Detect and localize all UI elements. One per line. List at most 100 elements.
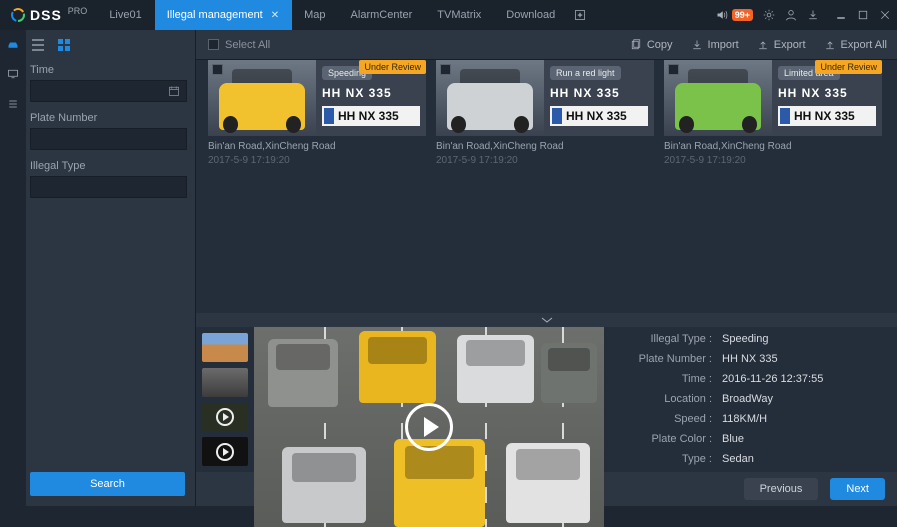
result-card[interactable]: Under Review Speeding HH NX 335 HH NX 33… <box>208 60 426 168</box>
play-icon <box>202 403 248 432</box>
speaker-icon <box>716 9 728 21</box>
search-sidebar: Time Plate Number Illegal Type Search <box>0 30 196 506</box>
monitor-module-icon[interactable] <box>7 68 19 80</box>
select-all-label: Select All <box>225 39 270 51</box>
previous-label: Previous <box>760 483 803 495</box>
v-plate-color: Blue <box>722 433 744 445</box>
panel-splitter[interactable] <box>196 313 897 327</box>
plate-label: Plate Number <box>30 112 187 124</box>
result-card[interactable]: Under Review Limited area HH NX 335 HH N… <box>664 60 882 168</box>
list-view-icon[interactable] <box>30 37 46 53</box>
brand-name: DSS <box>30 7 62 23</box>
k-speed: Speed : <box>622 413 712 425</box>
maximize-icon[interactable] <box>857 9 869 21</box>
tab-alarmcenter[interactable]: AlarmCenter <box>339 0 426 30</box>
plate-box-text: HH NX 335 <box>794 109 855 123</box>
tab-live[interactable]: Live01 <box>97 0 154 30</box>
plus-icon <box>574 9 586 21</box>
export-all-icon <box>824 39 836 51</box>
next-button[interactable]: Next <box>830 478 885 500</box>
add-tab-button[interactable] <box>568 0 592 30</box>
play-button[interactable] <box>405 403 453 451</box>
card-time: 2017-5-9 17:19:20 <box>208 154 426 168</box>
window-close-icon[interactable] <box>879 9 891 21</box>
tab-label: Download <box>506 9 555 21</box>
titlebar-right: 99+ <box>716 9 891 21</box>
v-plate: HH NX 335 <box>722 353 778 365</box>
card-time: 2017-5-9 17:19:20 <box>436 154 654 168</box>
copy-label: Copy <box>647 39 673 51</box>
detail-thumb[interactable] <box>202 368 248 397</box>
notifications[interactable]: 99+ <box>716 9 753 21</box>
tab-map[interactable]: Map <box>292 0 338 30</box>
review-flag: Under Review <box>359 60 426 74</box>
import-label: Import <box>708 39 739 51</box>
result-card[interactable]: Run a red light HH NX 335 HH NX 335 Bin'… <box>436 60 654 168</box>
detail-thumb[interactable] <box>202 437 248 466</box>
plate-text: HH NX 335 <box>778 86 876 100</box>
plate-text: HH NX 335 <box>550 86 648 100</box>
grid-view-icon[interactable] <box>56 37 72 53</box>
export-button[interactable]: Export <box>757 39 806 51</box>
tab-tvmatrix[interactable]: TVMatrix <box>425 0 494 30</box>
gear-icon[interactable] <box>763 9 775 21</box>
tab-strip: Live01 Illegal management✕ Map AlarmCent… <box>97 0 592 30</box>
copy-button[interactable]: Copy <box>630 39 673 51</box>
checkbox-icon[interactable] <box>208 39 219 50</box>
plate-box-text: HH NX 335 <box>338 109 399 123</box>
illegal-type-input[interactable] <box>30 176 187 198</box>
plate-box: HH NX 335 <box>778 106 876 126</box>
tab-label: Map <box>304 9 325 21</box>
titlebar: DSS PRO Live01 Illegal management✕ Map A… <box>0 0 897 30</box>
card-thumb <box>208 60 316 136</box>
review-flag: Under Review <box>815 60 882 74</box>
plate-text: HH NX 335 <box>322 86 420 100</box>
import-icon <box>691 39 703 51</box>
copy-icon <box>630 39 642 51</box>
detail-panel: Illegal Type :Speeding Plate Number :HH … <box>196 327 897 472</box>
notification-badge: 99+ <box>732 9 753 21</box>
detail-thumb[interactable] <box>202 333 248 362</box>
export-label: Export <box>774 39 806 51</box>
search-button-label: Search <box>90 478 125 490</box>
k-time: Time : <box>622 373 712 385</box>
plate-input[interactable] <box>30 128 187 150</box>
plate-box: HH NX 335 <box>550 106 648 126</box>
user-icon[interactable] <box>785 9 797 21</box>
v-illegal-type: Speeding <box>722 333 769 345</box>
detail-thumb[interactable] <box>202 403 248 432</box>
previous-button[interactable]: Previous <box>744 478 819 500</box>
search-button[interactable]: Search <box>30 472 185 496</box>
logo-icon <box>10 7 26 23</box>
vehicle-module-icon[interactable] <box>7 38 19 50</box>
next-label: Next <box>846 483 869 495</box>
detail-info: Illegal Type :Speeding Plate Number :HH … <box>604 327 897 472</box>
select-all[interactable]: Select All <box>208 39 270 51</box>
time-input[interactable] <box>30 80 187 102</box>
side-rail <box>0 30 26 506</box>
export-all-button[interactable]: Export All <box>824 39 887 51</box>
export-icon <box>757 39 769 51</box>
list-module-icon[interactable] <box>7 98 19 110</box>
export-all-label: Export All <box>841 39 887 51</box>
violation-pill: Run a red light <box>550 66 621 80</box>
import-button[interactable]: Import <box>691 39 739 51</box>
download-icon[interactable] <box>807 9 819 21</box>
calendar-icon[interactable] <box>168 85 180 97</box>
tab-label: Live01 <box>109 9 141 21</box>
plate-box: HH NX 335 <box>322 106 420 126</box>
card-time: 2017-5-9 17:19:20 <box>664 154 882 168</box>
v-location: BroadWay <box>722 393 773 405</box>
tab-illegal-management[interactable]: Illegal management✕ <box>155 0 292 30</box>
tab-download[interactable]: Download <box>494 0 568 30</box>
card-road: Bin'an Road,XinCheng Road <box>208 140 426 154</box>
plate-box-text: HH NX 335 <box>566 109 627 123</box>
minimize-icon[interactable] <box>835 9 847 21</box>
video-preview[interactable] <box>254 327 604 527</box>
results-grid: Under Review Speeding HH NX 335 HH NX 33… <box>196 60 897 168</box>
card-thumb <box>436 60 544 136</box>
time-label: Time <box>30 64 187 76</box>
tab-label: AlarmCenter <box>351 9 413 21</box>
close-icon[interactable]: ✕ <box>271 10 279 21</box>
brand-suffix: PRO <box>68 6 88 16</box>
